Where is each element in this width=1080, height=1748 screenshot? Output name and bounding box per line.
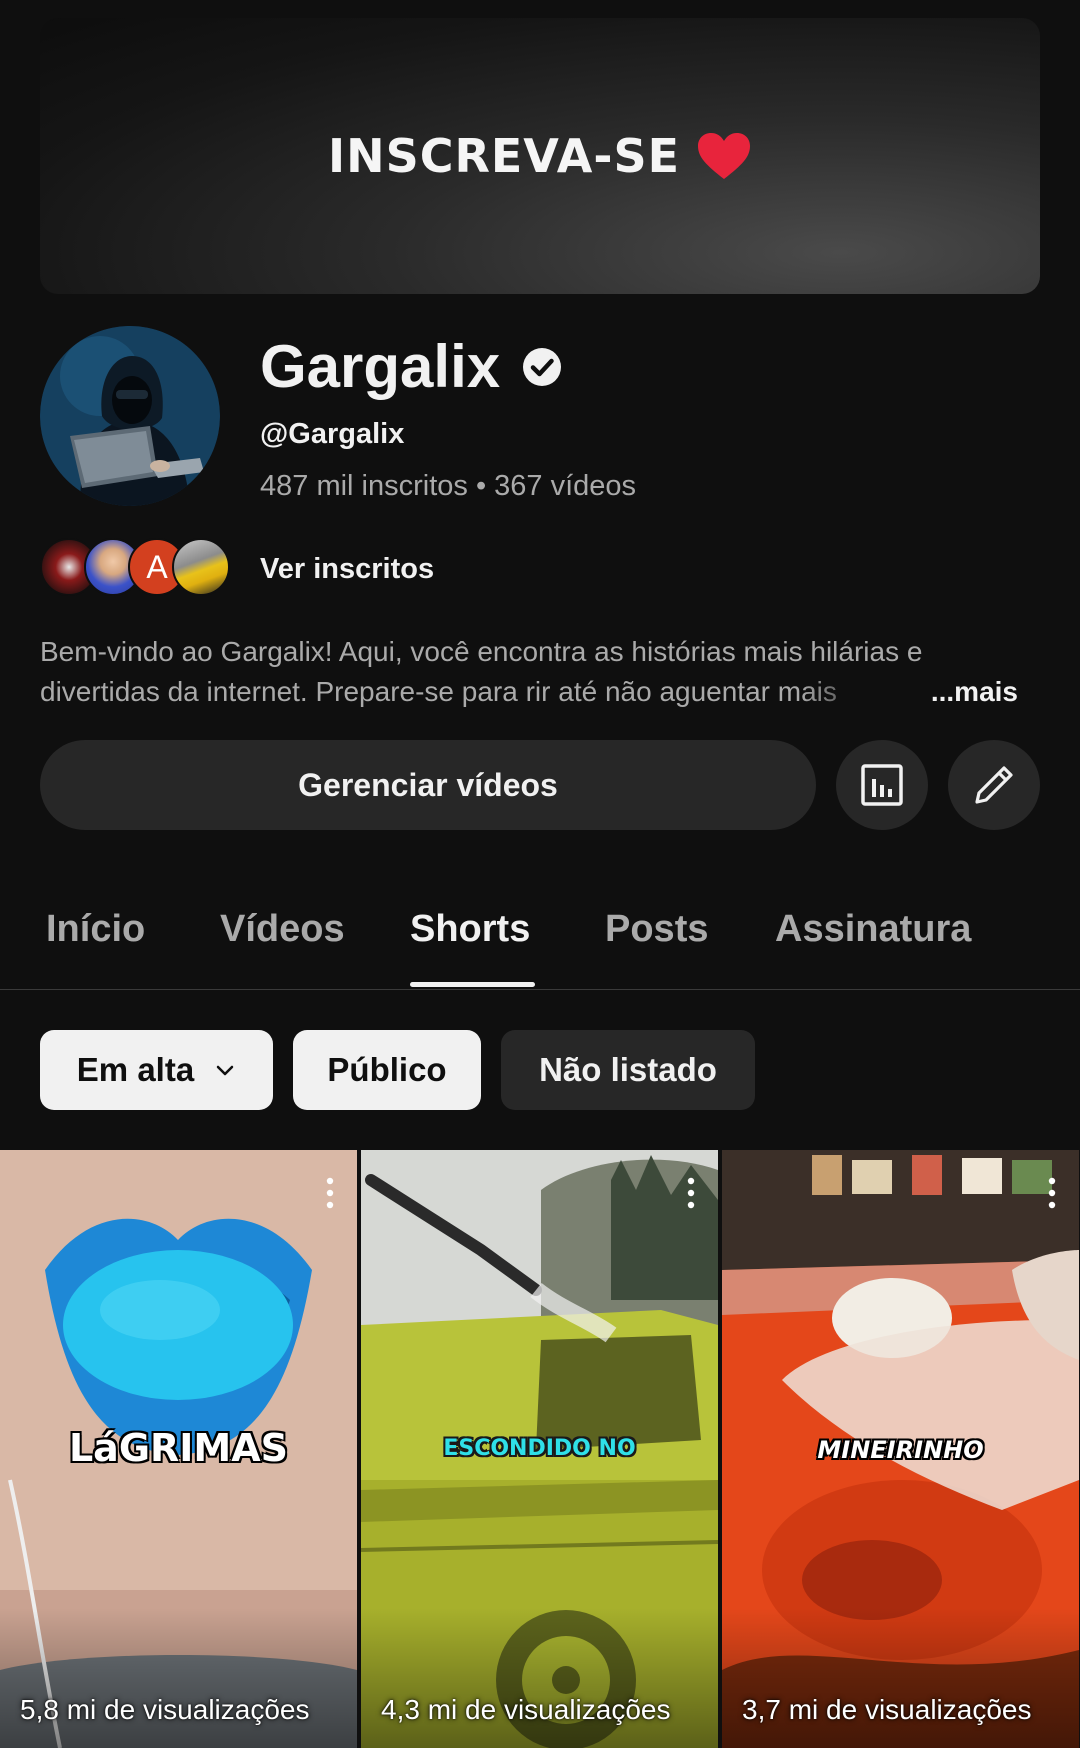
short-caption: MINEIRINHO: [817, 1436, 984, 1464]
filter-chip-public[interactable]: Público: [293, 1030, 481, 1110]
tab-inicio[interactable]: Início: [46, 908, 145, 951]
verified-icon: [523, 347, 562, 386]
more-vert-icon[interactable]: [686, 1176, 696, 1210]
chevron-down-icon: [216, 1065, 234, 1076]
short-item[interactable]: ESCONDIDO NO 4,3 mi de visualizações: [361, 1150, 718, 1748]
thumbnail-shade: [361, 1608, 718, 1748]
thumbnail-shade: [722, 1608, 1079, 1748]
edit-channel-button[interactable]: [948, 740, 1040, 830]
subscriber-avatars: A: [40, 536, 240, 598]
view-subscribers-link[interactable]: Ver inscritos: [260, 553, 434, 586]
tab-videos[interactable]: Vídeos: [220, 908, 345, 951]
short-views: 4,3 mi de visualizações: [381, 1694, 671, 1725]
analytics-icon: [861, 764, 903, 806]
hacker-avatar-image: [40, 326, 220, 506]
analytics-button[interactable]: [836, 740, 928, 830]
short-views: 5,8 mi de visualizações: [20, 1694, 310, 1725]
sort-label: Em alta: [76, 1051, 195, 1088]
channel-page: INSCREVA-SE Gargalix @Gargalix 487 mil i…: [0, 0, 1080, 1748]
short-caption: LáGRIMAS: [68, 1426, 289, 1470]
description-line: Bem-vindo ao Gargalix! Aqui, você encont…: [40, 636, 923, 667]
thumbnail-shade: [0, 1608, 357, 1748]
channel-banner: INSCREVA-SE: [40, 18, 1040, 294]
channel-stats: 487 mil inscritos • 367 vídeos: [260, 470, 637, 502]
more-vert-icon[interactable]: [1047, 1176, 1057, 1210]
manage-videos-button[interactable]: Gerenciar vídeos: [40, 740, 816, 830]
description-text: divertidas da internet. Prepare-se para …: [40, 676, 837, 707]
tab-shorts[interactable]: Shorts: [410, 908, 530, 951]
active-tab-indicator: [410, 982, 535, 987]
short-views: 3,7 mi de visualizações: [742, 1694, 1032, 1725]
channel-tabs: Início Vídeos Shorts Posts Assinatura: [0, 880, 1080, 990]
channel-description[interactable]: Bem-vindo ao Gargalix! Aqui, você encont…: [40, 632, 1040, 712]
subscribers-preview[interactable]: A: [40, 536, 240, 598]
subscriber-avatar: [172, 538, 230, 596]
short-item[interactable]: MINEIRINHO 3,7 mi de visualizações: [722, 1150, 1079, 1748]
short-item[interactable]: LáGRIMAS 5,8 mi de visualizações: [0, 1150, 357, 1748]
sort-dropdown[interactable]: Em alta: [40, 1030, 273, 1110]
banner-text: INSCREVA-SE: [327, 129, 681, 183]
filter-chip-unlisted[interactable]: Não listado: [501, 1030, 755, 1110]
description-line: divertidas da internet. Prepare-se para …: [40, 672, 1040, 712]
heart-icon: [698, 133, 751, 179]
channel-name: Gargalix: [260, 332, 562, 401]
description-more-link[interactable]: ...mais: [931, 672, 1018, 712]
tab-posts[interactable]: Posts: [605, 908, 708, 951]
tab-assinatura[interactable]: Assinatura: [775, 908, 971, 951]
pencil-icon: [975, 766, 1013, 804]
channel-avatar[interactable]: [40, 326, 220, 506]
channel-handle: @Gargalix: [260, 418, 405, 450]
channel-name-text: Gargalix: [260, 333, 501, 400]
short-caption: ESCONDIDO NO: [443, 1436, 636, 1461]
more-vert-icon[interactable]: [325, 1176, 335, 1210]
